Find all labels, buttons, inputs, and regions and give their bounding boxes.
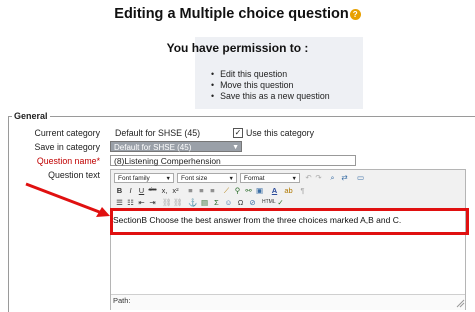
chevron-down-icon: ▼ [291,176,297,182]
replace-icon[interactable]: ⇄ [340,173,349,182]
spellcheck-icon[interactable]: ✓ [276,198,285,207]
use-this-category-label: Use this category [246,128,314,138]
align-center-icon[interactable]: ≡ [197,186,206,195]
text-color-icon[interactable]: A [270,186,279,195]
equation-icon[interactable]: Σ [212,198,221,207]
nolink-icon[interactable]: ⊘ [248,198,257,207]
chevron-down-icon: ▼ [232,144,239,151]
annotation-arrow [25,182,110,217]
find-icon[interactable]: ⌕ [328,173,337,182]
strikethrough-icon[interactable]: abc [148,186,157,195]
format-select-label: Format [244,175,265,182]
general-section-legend: General [12,111,50,121]
subscript-icon[interactable]: x, [160,186,169,195]
permissions-heading: You have permission to : [166,41,309,55]
current-category-value: Default for SHSE (45) [115,128,201,138]
align-right-icon[interactable]: ≡ [208,186,217,195]
unlink-icon[interactable]: ⚯ [244,186,253,195]
resize-grip-icon[interactable] [455,298,465,308]
page-title-text: Editing a Multiple choice question [114,6,349,22]
anchor-icon[interactable]: ⚓ [188,198,197,207]
align-left-icon[interactable]: ≡ [186,186,195,195]
superscript-icon[interactable]: x² [171,186,180,195]
numbered-list-icon[interactable]: ☷ [126,198,135,207]
highlight-color-icon[interactable]: ab [284,186,293,195]
ltr-icon[interactable]: ¶ [298,186,307,195]
emoticon-icon[interactable]: ☺ [224,198,233,207]
remove-link-icon[interactable]: ⛓ [173,198,183,207]
link-icon[interactable]: ⚲ [233,186,242,195]
permission-item-move: Move this question [211,80,330,91]
annotation-highlight-box [110,208,469,235]
permissions-list: Edit this question Move this question Sa… [211,69,330,102]
italic-icon[interactable]: I [126,186,135,195]
image-icon[interactable]: ▣ [255,186,264,195]
fullscreen-icon[interactable]: ▭ [356,173,365,182]
clean-up-icon[interactable]: ⟋ [222,186,231,195]
permission-item-edit: Edit this question [211,69,330,80]
save-in-category-label: Save in category [34,142,100,152]
chevron-down-icon: ▼ [165,176,171,182]
page-title: Editing a Multiple choice question? [0,6,475,22]
underline-icon[interactable]: U [137,186,146,195]
font-family-select[interactable]: Font family ▼ [114,173,174,183]
editor-path-label: Path: [113,296,131,305]
format-select[interactable]: Format ▼ [240,173,300,183]
undo-icon[interactable]: ↶ [304,173,313,182]
font-size-select-label: Font size [181,175,208,182]
font-family-select-label: Font family [118,175,150,182]
annotation-arrow-shaft [25,182,103,215]
html-source-icon[interactable]: HTML [262,198,276,207]
question-name-label: Question name* [36,156,100,166]
omega-icon[interactable]: Ω [236,198,245,207]
question-name-input[interactable]: (8)Listening Comperhension [110,155,356,166]
fieldset-border-top [8,116,475,117]
save-in-category-value: Default for SHSE (45) [114,143,192,152]
editor-path-bar [111,294,465,310]
current-category-label: Current category [34,128,100,138]
redo-icon[interactable]: ↷ [314,173,323,182]
indent-icon[interactable]: ⇥ [148,198,157,207]
permission-item-save-new: Save this as a new question [211,91,330,102]
help-icon[interactable]: ? [349,9,361,20]
use-this-category-checkbox[interactable]: ✓ [233,128,243,138]
font-size-select[interactable]: Font size ▼ [177,173,237,183]
media-icon[interactable]: ▤ [200,198,209,207]
save-in-category-select[interactable]: Default for SHSE (45) ▼ [110,141,242,152]
insert-link-icon[interactable]: ⛓ [162,198,172,207]
chevron-down-icon: ▼ [228,176,234,182]
outdent-icon[interactable]: ⇤ [137,198,146,207]
